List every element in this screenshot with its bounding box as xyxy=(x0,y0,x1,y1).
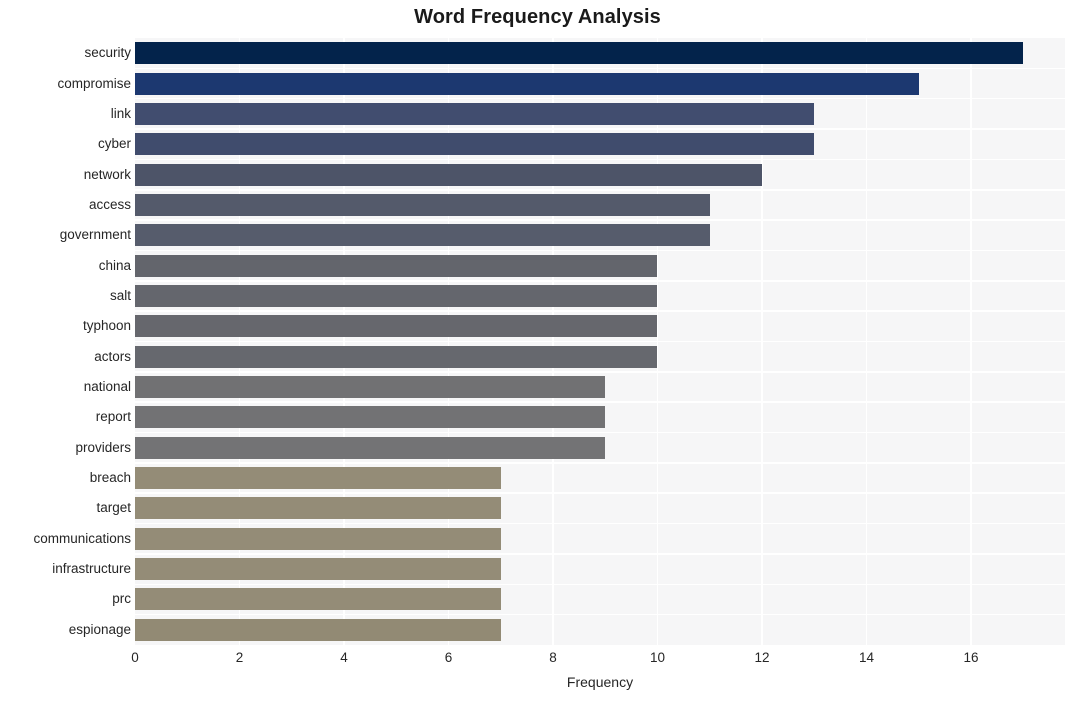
y-axis-tick-label: access xyxy=(88,196,131,212)
bar xyxy=(135,315,658,338)
bar xyxy=(135,224,710,247)
horizontal-gridline xyxy=(135,583,1065,586)
y-axis-tick-label: typhoon xyxy=(82,318,131,334)
bar xyxy=(135,406,606,429)
horizontal-gridline xyxy=(135,613,1065,616)
bar xyxy=(135,42,1024,65)
horizontal-gridline xyxy=(135,492,1065,495)
y-axis-tick-label: breach xyxy=(89,470,131,486)
y-axis-tick-label: national xyxy=(83,379,131,395)
x-axis-tick-label: 12 xyxy=(754,650,770,665)
bar xyxy=(135,163,762,186)
y-axis-tick-label: compromise xyxy=(57,75,131,91)
bar xyxy=(135,588,501,611)
bar xyxy=(135,193,710,216)
y-axis-tick-label: prc xyxy=(112,591,131,607)
y-axis-tick-label: actors xyxy=(94,348,131,364)
plot-area xyxy=(135,38,1065,645)
chart-title: Word Frequency Analysis xyxy=(414,6,661,28)
horizontal-gridline xyxy=(135,219,1065,221)
y-axis-tick-label: network xyxy=(83,166,131,182)
horizontal-gridline xyxy=(135,128,1065,130)
bar xyxy=(135,345,658,368)
horizontal-gridline xyxy=(135,522,1065,525)
bar xyxy=(135,254,658,277)
bar xyxy=(135,436,606,459)
bar xyxy=(135,527,501,550)
x-axis-tick-label: 8 xyxy=(549,650,557,665)
x-axis-tick-label: 14 xyxy=(858,650,874,665)
bar xyxy=(135,284,658,307)
horizontal-gridline xyxy=(135,553,1065,555)
y-axis-tick-label: salt xyxy=(109,287,131,303)
horizontal-gridline xyxy=(135,249,1065,252)
horizontal-gridline xyxy=(135,280,1065,282)
horizontal-gridline xyxy=(135,188,1065,191)
x-axis-tick-label: 6 xyxy=(444,650,453,665)
x-axis-tick-label: 10 xyxy=(649,650,665,665)
y-axis-tick-label: espionage xyxy=(68,621,131,637)
x-axis-tick-label: 4 xyxy=(340,650,348,665)
bar xyxy=(135,558,501,581)
horizontal-gridline xyxy=(135,67,1065,70)
y-axis-tick-label: security xyxy=(84,45,131,61)
horizontal-gridline xyxy=(135,340,1065,343)
y-axis-tick-label: link xyxy=(110,105,131,121)
bar xyxy=(135,133,815,156)
horizontal-gridline xyxy=(135,158,1065,161)
horizontal-gridline xyxy=(135,97,1065,100)
x-axis-tick-label: 2 xyxy=(235,650,244,665)
x-axis-title: Frequency xyxy=(566,674,634,690)
y-axis-tick-label: report xyxy=(95,409,131,425)
horizontal-gridline xyxy=(135,462,1065,464)
bar xyxy=(135,618,501,641)
bar xyxy=(135,497,501,520)
y-axis-tick-label: target xyxy=(96,500,131,516)
x-axis-tick-label: 16 xyxy=(963,650,979,665)
x-axis-tick-label: 0 xyxy=(131,650,139,665)
bar xyxy=(135,72,919,95)
y-axis-tick-label: government xyxy=(59,227,131,243)
x-axis-tick-labels: 0 2 4 6 8 10 12 14 16 xyxy=(0,650,1075,670)
chart-figure: Word Frequency Analysis security compromi… xyxy=(0,0,1075,701)
y-axis-tick-label: china xyxy=(98,257,131,273)
bar xyxy=(135,376,606,399)
y-axis-tick-label: cyber xyxy=(97,136,131,152)
y-axis-tick-label: infrastructure xyxy=(52,561,131,577)
horizontal-gridline xyxy=(135,431,1065,434)
bar xyxy=(135,467,501,490)
horizontal-gridline xyxy=(135,401,1065,403)
horizontal-gridline xyxy=(135,371,1065,373)
bar xyxy=(135,102,815,125)
horizontal-gridline xyxy=(135,310,1065,312)
y-axis-tick-label: providers xyxy=(75,439,131,455)
y-axis-tick-label: communications xyxy=(33,530,131,546)
y-axis-tick-labels: security compromise link cyber network access… xyxy=(0,38,131,645)
